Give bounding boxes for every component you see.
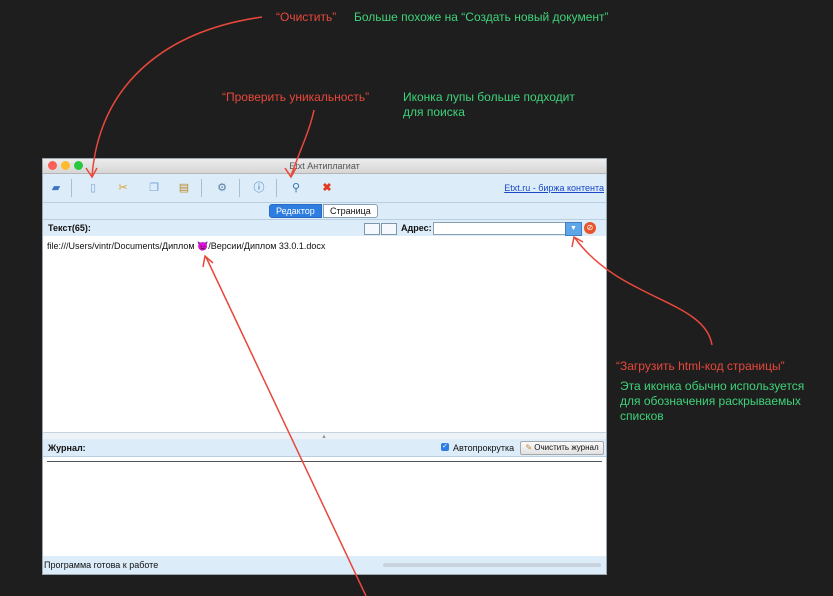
text-count-label: Текст(65): (48, 223, 91, 233)
annotation-check-label: “Проверить уникальность” (222, 90, 370, 104)
stop-icon[interactable]: ⊘ (584, 222, 596, 234)
tab-editor[interactable]: Редактор (269, 204, 322, 218)
log-label: Журнал: (48, 443, 86, 453)
log-panel-header: Журнал: ✓ Автопрокрутка ✎ Очистить журна… (43, 439, 606, 457)
status-bar: Программа готова к работе (43, 556, 606, 574)
info-icon[interactable]: ⓘ (252, 181, 266, 195)
annotation-load-comment-2: для обозначения раскрываемых (620, 394, 801, 408)
annotation-load-comment-3: списков (620, 409, 664, 423)
title-bar: Etxt Антиплагиат (43, 159, 606, 174)
autoscroll-checkbox[interactable]: ✓ (441, 443, 449, 451)
clear-log-label: Очистить журнал (534, 443, 599, 452)
app-window: Etxt Антиплагиат ▰ ▯ ✂ ❐ ▤ ⚙ ⓘ ⚲ ✖ Etxt.… (42, 158, 607, 575)
broom-icon: ✎ (525, 443, 533, 452)
single-view-icon[interactable] (364, 223, 380, 235)
settings-icon[interactable]: ⚙ (215, 181, 229, 195)
annotation-check-comment-1: Иконка лупы больше подходит (403, 90, 575, 104)
address-label: Адрес: (401, 223, 432, 233)
split-view-icon[interactable] (381, 223, 397, 235)
log-area[interactable] (43, 457, 606, 555)
copy-icon[interactable]: ❐ (147, 181, 161, 195)
annotation-clear-label: “Очистить” (276, 10, 337, 24)
toolbar-separator (71, 179, 72, 197)
toolbar-separator (239, 179, 240, 197)
status-text: Программа готова к работе (44, 560, 159, 570)
autoscroll-label: Автопрокрутка (453, 443, 515, 453)
progress-bar (383, 563, 601, 567)
text-editor[interactable]: file:///Users/vintr/Documents/Диплом 😈/В… (43, 236, 606, 433)
etxt-site-link[interactable]: Etxt.ru - биржа контента (504, 183, 604, 193)
annotation-clear-comment: Больше похоже на “Создать новый документ… (354, 10, 609, 24)
window-title: Etxt Антиплагиат (289, 161, 360, 171)
new-document-icon[interactable]: ▯ (86, 181, 100, 195)
annotation-load-label: “Загрузить html-код страницы” (616, 359, 785, 373)
log-divider (47, 461, 602, 462)
annotation-check-comment-2: для поиска (403, 105, 465, 119)
folder-icon[interactable]: ▰ (49, 181, 63, 195)
clear-log-button[interactable]: ✎ Очистить журнал (520, 441, 604, 455)
editor-content: file:///Users/vintr/Documents/Диплом 😈/В… (47, 241, 326, 251)
paste-icon[interactable]: ▤ (177, 181, 191, 195)
mode-tabs: Редактор Страница (43, 203, 606, 220)
toolbar-separator (276, 179, 277, 197)
load-html-dropdown-icon[interactable]: ▼ (565, 222, 582, 236)
annotation-load-comment-1: Эта иконка обычно используется (620, 379, 805, 393)
toolbar: ▰ ▯ ✂ ❐ ▤ ⚙ ⓘ ⚲ ✖ Etxt.ru - биржа контен… (43, 174, 606, 203)
toolbar-separator (201, 179, 202, 197)
magnifier-icon[interactable]: ⚲ (289, 181, 303, 195)
close-x-icon[interactable]: ✖ (320, 181, 334, 195)
address-input[interactable] (433, 222, 566, 235)
tab-page[interactable]: Страница (323, 204, 378, 218)
cut-icon[interactable]: ✂ (116, 181, 130, 195)
